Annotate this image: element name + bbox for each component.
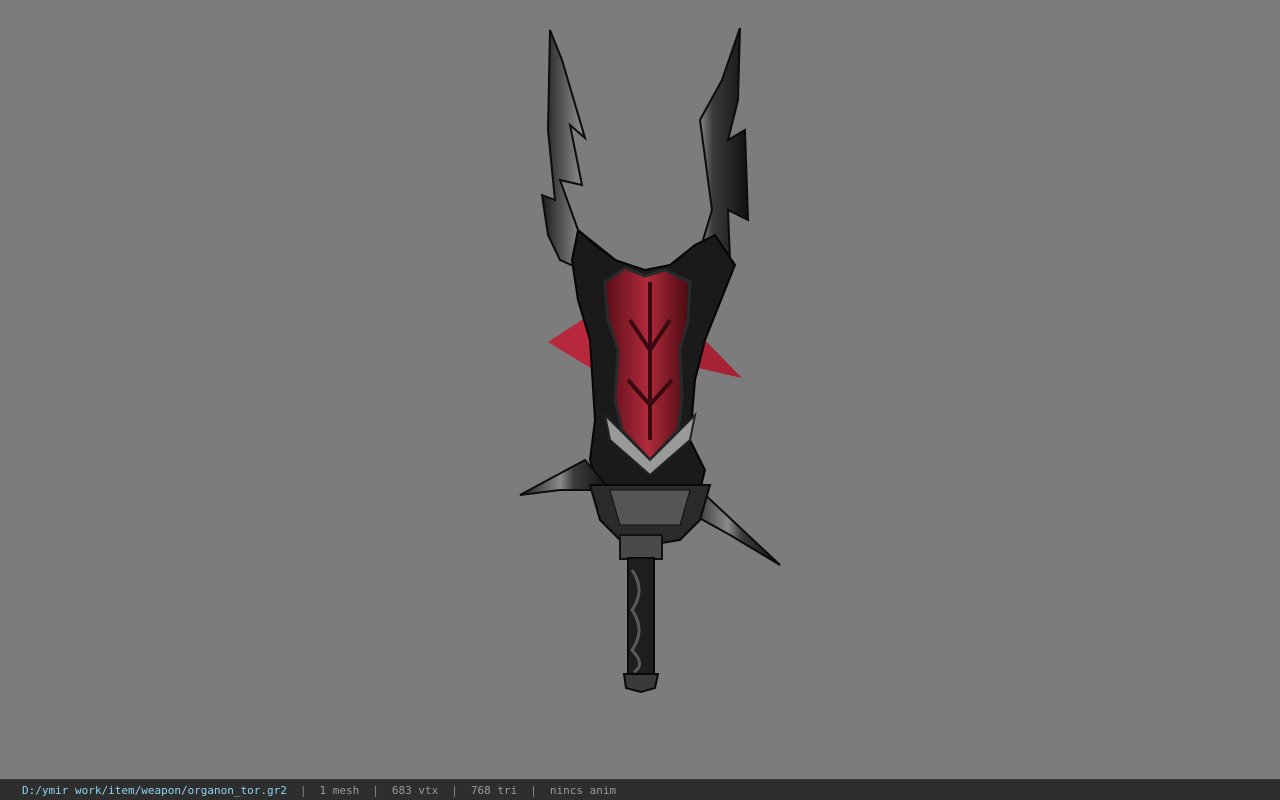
separator: | [451, 783, 458, 797]
file-path-label: D:/ymir work/item/weapon/organon_tor.gr2 [22, 783, 287, 797]
triangle-count-label: 768 tri [470, 783, 518, 797]
separator: | [299, 783, 307, 797]
vertex-count-label: 683 vtx [391, 783, 439, 797]
model-viewport[interactable] [0, 0, 1280, 779]
mesh-count-label: 1 mesh [319, 783, 360, 797]
animation-status-label: nincs anim [549, 783, 617, 797]
separator: | [372, 783, 379, 797]
weapon-model-icon [519, 27, 781, 694]
status-bar: D:/ymir work/item/weapon/organon_tor.gr2… [0, 779, 1280, 800]
separator: | [530, 783, 537, 797]
